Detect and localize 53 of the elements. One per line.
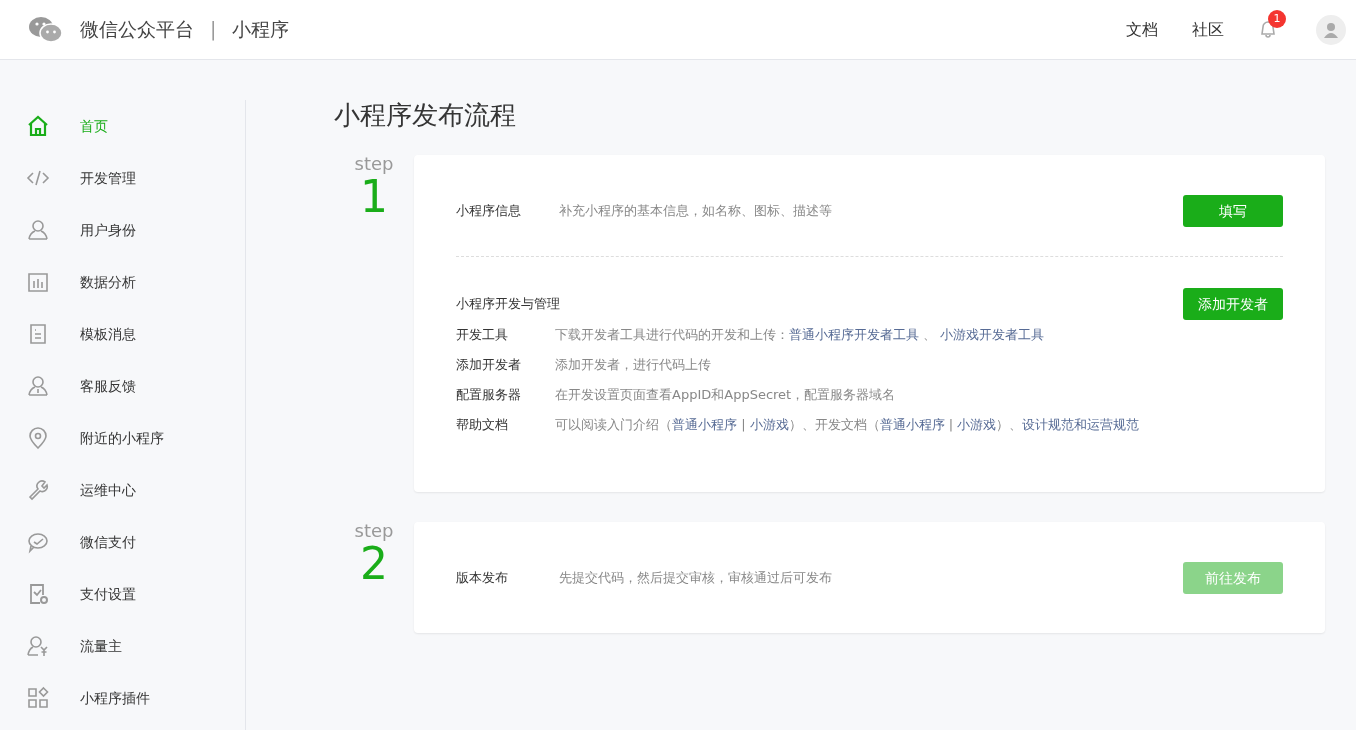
chat-check-icon [26, 530, 50, 554]
row-description: 下载开发者工具进行代码的开发和上传：普通小程序开发者工具 、 小游戏开发者工具 [555, 326, 1045, 345]
sidebar-item[interactable]: 客服反馈 [0, 360, 245, 412]
user-icon [26, 374, 50, 398]
row-description: 可以阅读入门介绍（普通小程序 | 小游戏）、开发文档（普通小程序 | 小游戏）、设计规范和运营规范 [555, 416, 1140, 435]
sidebar-item[interactable]: 附近的小程序 [0, 412, 245, 464]
user-icon [26, 218, 50, 242]
notification-badge: 1 [1268, 9, 1286, 28]
sidebar-item[interactable]: 用户身份 [0, 204, 245, 256]
title-separator: | [210, 17, 217, 43]
sidebar-item[interactable]: 流量主 [0, 620, 245, 672]
sidebar-item[interactable]: 数据分析 [0, 256, 245, 308]
platform-name: 微信公众平台 [80, 17, 194, 43]
section-description: 补充小程序的基本信息，如名称、图标、描述等 [559, 202, 833, 221]
page-title: 小程序发布流程 [334, 100, 517, 132]
section-description: 先提交代码，然后提交审核，审核通过后可发布 [559, 569, 833, 588]
doc-link[interactable]: 普通小程序开发者工具 [789, 327, 919, 343]
location-pin-icon [26, 426, 50, 450]
chat-bubbles-logo [28, 15, 64, 44]
step-number: 1 [360, 173, 388, 222]
section-label: 小程序信息 [456, 202, 522, 221]
row-description: 在开发设置页面查看AppID和AppSecret，配置服务器域名 [555, 386, 896, 405]
row-label: 配置服务器 [456, 386, 522, 405]
sidebar-item[interactable]: 运维中心 [0, 464, 245, 516]
header-link[interactable]: 社区 [1192, 17, 1224, 42]
sidebar-item[interactable]: 模板消息 [0, 308, 245, 360]
user-yuan-icon [26, 634, 50, 658]
bar-chart-icon [26, 270, 50, 294]
doc-link[interactable]: 小游戏 [957, 417, 997, 433]
product-name: 小程序 [232, 17, 290, 43]
step-number: 2 [360, 540, 388, 589]
sidebar-item[interactable]: 支付设置 [0, 568, 245, 620]
doc-link[interactable]: 普通小程序 [672, 417, 737, 433]
wrench-icon [26, 478, 50, 502]
doc-link[interactable]: 设计规范和运营规范 [1022, 417, 1140, 433]
sidebar-item[interactable]: 微信支付 [0, 516, 245, 568]
avatar[interactable] [1316, 14, 1346, 45]
row-label: 开发工具 [456, 326, 509, 345]
grid-icon [26, 686, 50, 710]
row-description: 添加开发者，进行代码上传 [555, 356, 711, 375]
sidebar-item[interactable]: 小程序插件 [0, 672, 245, 724]
doc-link[interactable]: 小游戏 [749, 417, 789, 433]
step-label: step [353, 155, 395, 174]
row-label: 添加开发者 [456, 356, 522, 375]
sidebar-item[interactable]: 开发管理 [0, 152, 245, 204]
section-label: 版本发布 [456, 569, 509, 588]
row-label: 帮助文档 [456, 416, 509, 435]
header-link[interactable]: 文档 [1126, 17, 1158, 42]
step-label: step [353, 522, 395, 541]
home-icon [26, 114, 50, 138]
doc-link[interactable]: 小游戏开发者工具 [940, 327, 1045, 343]
doc-link[interactable]: 普通小程序 [879, 417, 945, 433]
section-title: 小程序开发与管理 [456, 295, 560, 314]
